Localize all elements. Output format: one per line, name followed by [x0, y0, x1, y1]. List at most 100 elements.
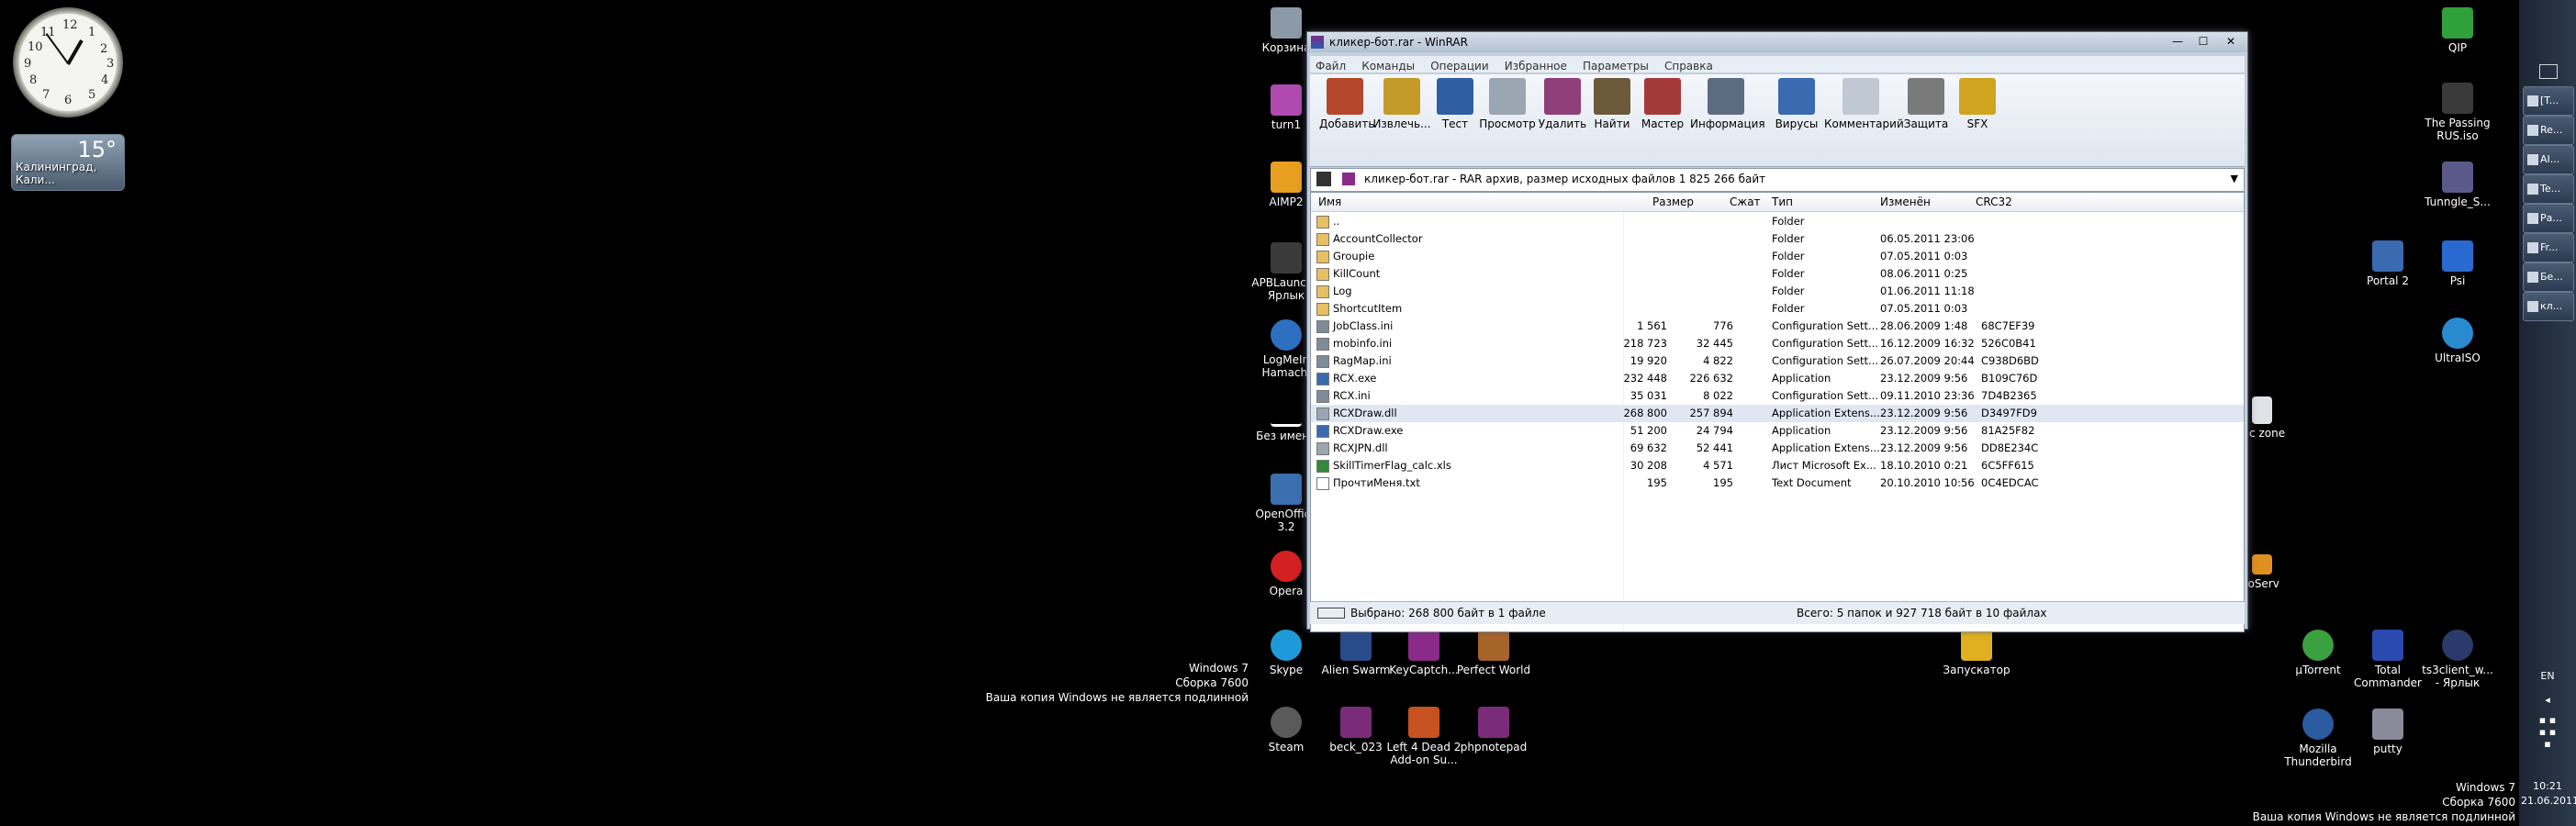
- clock-gadget[interactable]: 12 1 2 3 4 5 6 7 8 9 10 11: [13, 7, 123, 117]
- desktop-icon-ultraiso[interactable]: UltraISO: [2420, 318, 2495, 364]
- menu-file[interactable]: Файл: [1310, 58, 1351, 74]
- taskbar-item[interactable]: Te...: [2523, 174, 2574, 204]
- file-row[interactable]: .. Folder: [1311, 213, 2244, 230]
- watermark-line: Сборка 7600: [2442, 796, 2515, 809]
- menu-operations[interactable]: Операции: [1425, 58, 1494, 74]
- file-row[interactable]: ПрочтиМеня.txt 195 195 Text Document 20.10.2…: [1311, 474, 2244, 492]
- desktop-icon-perfect-world[interactable]: Perfect World: [1456, 630, 1531, 676]
- app-icon: [2527, 95, 2538, 106]
- title-bar[interactable]: кликер-бот.rar - WinRAR — ☐ ✕: [1307, 32, 2247, 52]
- chevron-down-icon[interactable]: ▼: [2231, 173, 2238, 184]
- desktop-icon-thunderbird[interactable]: Mozilla Thunderbird: [2280, 709, 2356, 768]
- file-row[interactable]: JobClass.ini 1 561 776 Configuration Sett..…: [1311, 318, 2244, 335]
- test-button[interactable]: Тест: [1433, 78, 1477, 130]
- taskbar-item-winrar[interactable]: кл...: [2523, 292, 2574, 321]
- desktop-icon-beck[interactable]: beck_023: [1318, 707, 1394, 753]
- file-row[interactable]: ShortcutItem Folder 07.05.2011 0:03: [1311, 300, 2244, 318]
- sfx-button[interactable]: SFX: [1954, 78, 2000, 130]
- column-type[interactable]: Тип: [1772, 195, 1793, 208]
- maximize-button[interactable]: ☐: [2192, 34, 2214, 50]
- recycle-bin-icon: [1271, 7, 1302, 39]
- taskbar-item[interactable]: Fr...: [2523, 233, 2574, 262]
- desktop-icon-alien-swarm[interactable]: Alien Swarm: [1318, 630, 1394, 676]
- menu-commands[interactable]: Команды: [1356, 58, 1420, 74]
- desktop-icon-left4dead2[interactable]: Left 4 Dead 2 Add-on Su...: [1386, 707, 1462, 766]
- menu-help[interactable]: Справка: [1659, 58, 1719, 74]
- desktop-icon-utorrent[interactable]: µTorrent: [2280, 630, 2356, 676]
- view-button[interactable]: Просмотр: [1479, 78, 1536, 130]
- delete-button[interactable]: Удалить: [1538, 78, 1587, 130]
- desktop-icon-launcher[interactable]: Запускатор: [1939, 630, 2014, 676]
- close-button[interactable]: ✕: [2220, 34, 2242, 50]
- desktop-icon-qip[interactable]: QIP: [2420, 7, 2495, 54]
- desktop-icon-keycaptcha[interactable]: KeyCaptch...: [1386, 630, 1462, 676]
- column-packed[interactable]: Сжат: [1730, 195, 1761, 208]
- file-row[interactable]: RCX.ini 35 031 8 022 Configuration Sett... 0…: [1311, 387, 2244, 405]
- file-crc: 0C4EDCAC: [1981, 476, 2039, 489]
- info-button[interactable]: Информация: [1690, 78, 1765, 130]
- desktop-icon-portal2[interactable]: Portal 2: [2350, 240, 2425, 287]
- tray-clock[interactable]: 10:21: [2521, 780, 2574, 792]
- column-name[interactable]: Имя: [1318, 195, 1341, 208]
- tray-icons[interactable]: ▪ ▪ ▪ ▪ ▪: [2521, 714, 2574, 750]
- menu-favorites[interactable]: Избранное: [1499, 58, 1573, 74]
- up-folder-icon[interactable]: [1316, 172, 1331, 186]
- wizard-button[interactable]: Мастер: [1637, 78, 1688, 130]
- file-row[interactable]: Groupie Folder 07.05.2011 0:03: [1311, 248, 2244, 265]
- file-type: Folder: [1772, 250, 1805, 262]
- taskbar-item[interactable]: [T...: [2523, 86, 2574, 116]
- desktop-icon-skype[interactable]: Skype: [1249, 630, 1324, 676]
- file-row[interactable]: RCXDraw.dll 268 800 257 894 Application Ext…: [1311, 405, 2244, 422]
- file-icon: [1316, 442, 1329, 455]
- comment-button[interactable]: Комментарий: [1824, 78, 1904, 130]
- file-row[interactable]: Log Folder 01.06.2011 11:18: [1311, 283, 2244, 300]
- menu-options[interactable]: Параметры: [1577, 58, 1654, 74]
- toolbar-label: SFX: [1966, 117, 1988, 130]
- desktop-icon-steam[interactable]: Steam: [1249, 707, 1324, 753]
- file-name: KillCount: [1333, 267, 1381, 280]
- file-row[interactable]: RCXDraw.exe 51 200 24 794 Application 23.12.…: [1311, 422, 2244, 440]
- extract-button[interactable]: Извлечь...: [1372, 78, 1431, 130]
- file-row[interactable]: AccountCollector Folder 06.05.2011 23:06: [1311, 230, 2244, 248]
- desktop-icon-ts3client[interactable]: ts3client_w... - Ярлык: [2420, 630, 2495, 689]
- minimize-button[interactable]: —: [2167, 34, 2189, 50]
- file-list[interactable]: Имя Размер Сжат Тип Изменён CRC32 .. Fold…: [1310, 192, 2245, 632]
- taskbar-item[interactable]: Бе...: [2523, 262, 2574, 292]
- column-modified[interactable]: Изменён: [1880, 195, 1931, 208]
- taskbar-item[interactable]: AI...: [2523, 145, 2574, 174]
- tray-date[interactable]: 21.06.2011: [2521, 795, 2576, 807]
- file-icon: [1316, 425, 1329, 438]
- file-name: Groupie: [1333, 250, 1375, 262]
- file-packed: 257 894: [1689, 407, 1733, 419]
- desktop-icon-phpnotepad[interactable]: phpnotepad: [1456, 707, 1531, 753]
- column-crc[interactable]: CRC32: [1976, 195, 2012, 208]
- desktop-icon-passing-iso[interactable]: The Passing RUS.iso: [2420, 83, 2495, 142]
- thunderbird-icon: [2302, 709, 2334, 740]
- file-row[interactable]: mobinfo.ini 218 723 32 445 Configuration Se…: [1311, 335, 2244, 352]
- desktop-icon-psi[interactable]: Psi: [2420, 240, 2495, 287]
- address-bar[interactable]: кликер-бот.rar - RAR архив, размер исход…: [1310, 168, 2245, 192]
- tray-expand-icon[interactable]: ◂: [2521, 694, 2574, 706]
- file-row[interactable]: SkillTimerFlag_calc.xls 30 208 4 571 Лист M…: [1311, 457, 2244, 474]
- show-desktop-icon[interactable]: [2539, 64, 2558, 79]
- toolbar-label: Вирусы: [1775, 117, 1819, 130]
- desktop-icon-total-commander[interactable]: Total Commander: [2350, 630, 2425, 689]
- file-row[interactable]: RCX.exe 232 448 226 632 Application 23.12.20…: [1311, 370, 2244, 387]
- desktop-icon-putty[interactable]: putty: [2350, 709, 2425, 755]
- weather-gadget[interactable]: 15° Калининград, Кали...: [11, 134, 125, 191]
- virus-scan-button[interactable]: Вирусы: [1771, 78, 1822, 130]
- find-button[interactable]: Найти: [1589, 78, 1635, 130]
- column-size[interactable]: Размер: [1652, 195, 1694, 208]
- add-button[interactable]: Добавить: [1319, 78, 1374, 130]
- binoculars-icon: [1594, 78, 1630, 115]
- protect-button[interactable]: Защита: [1899, 78, 1953, 130]
- taskbar-item[interactable]: Ра...: [2523, 204, 2574, 233]
- language-indicator[interactable]: EN: [2521, 670, 2574, 682]
- desktop-icon-tunngle[interactable]: Tunngle_S...: [2420, 162, 2495, 208]
- file-row[interactable]: RCXJPN.dll 69 632 52 441 Application Extens…: [1311, 440, 2244, 457]
- file-row[interactable]: KillCount Folder 08.06.2011 0:25: [1311, 265, 2244, 283]
- file-icon: [1316, 460, 1329, 473]
- taskbar-item[interactable]: Re...: [2523, 116, 2574, 145]
- file-row[interactable]: RagMap.ini 19 920 4 822 Configuration Sett.…: [1311, 352, 2244, 370]
- winrar-window[interactable]: кликер-бот.rar - WinRAR — ☐ ✕ Файл Коман…: [1306, 31, 2248, 632]
